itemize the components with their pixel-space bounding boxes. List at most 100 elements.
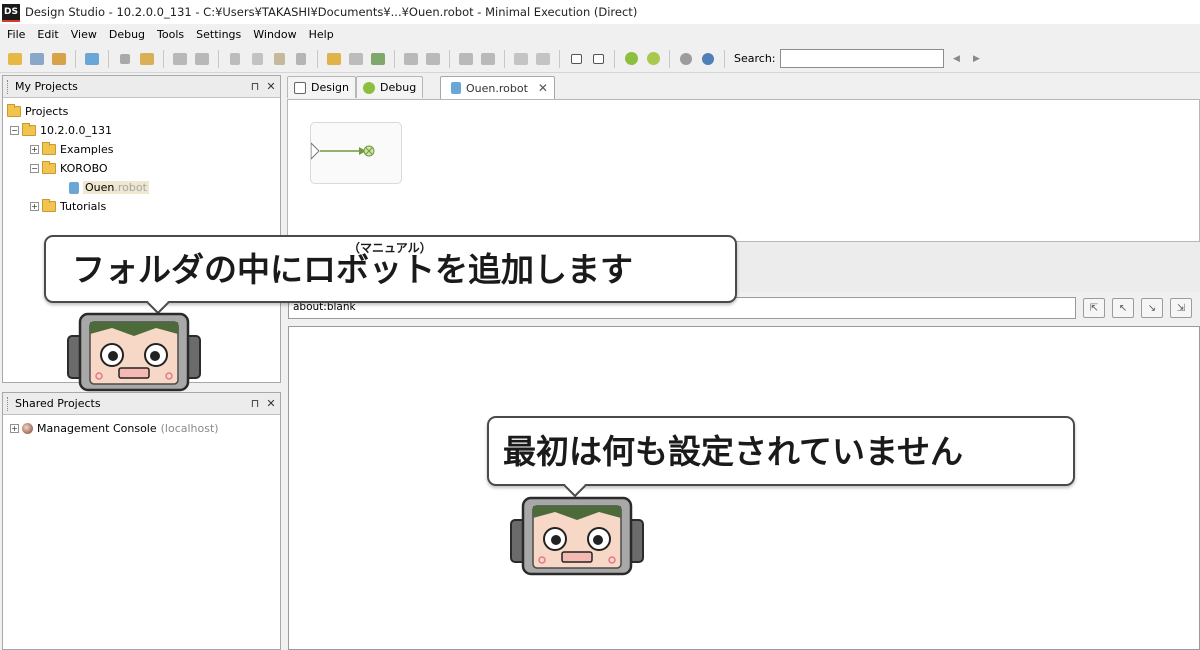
- shared-projects-header: Shared Projects ⊓ ✕: [3, 393, 280, 415]
- split-window-icon[interactable]: [588, 49, 608, 69]
- open-icon[interactable]: [5, 49, 25, 69]
- robot-mascot: [510, 496, 644, 576]
- add-step-icon[interactable]: [324, 49, 344, 69]
- delete-icon[interactable]: [291, 49, 311, 69]
- toolbar-separator: [724, 49, 725, 68]
- flow-start-icon[interactable]: [310, 141, 320, 161]
- cut-icon[interactable]: [225, 49, 245, 69]
- debug-step-icon[interactable]: [643, 49, 663, 69]
- new-window-icon[interactable]: [566, 49, 586, 69]
- expand-icon[interactable]: +: [30, 145, 39, 154]
- tab-design-label: Design: [311, 81, 349, 94]
- toolbar-separator: [559, 49, 560, 68]
- remove-step-icon[interactable]: [478, 49, 498, 69]
- browser-view[interactable]: [288, 326, 1200, 650]
- tree-root[interactable]: Projects: [7, 102, 149, 121]
- menu-window[interactable]: Window: [247, 24, 302, 45]
- branch-icon[interactable]: [346, 49, 366, 69]
- menu-edit[interactable]: Edit: [31, 24, 64, 45]
- search-input[interactable]: [779, 49, 944, 68]
- tree-management-console[interactable]: + Management Console (localhost): [7, 419, 219, 438]
- panel-grip[interactable]: [7, 396, 11, 411]
- tree-robot-label: Ouen.robot: [83, 181, 149, 194]
- close-icon[interactable]: ✕: [264, 80, 278, 93]
- menu-bar: File Edit View Debug Tools Settings Wind…: [0, 24, 1200, 45]
- toolbar-separator: [669, 49, 670, 68]
- tab-debug-label: Debug: [380, 81, 417, 94]
- pin-icon[interactable]: ⊓: [248, 80, 262, 93]
- menu-file[interactable]: File: [1, 24, 31, 45]
- search-prev-icon[interactable]: ◀: [950, 54, 964, 64]
- expand-icon[interactable]: +: [10, 424, 19, 433]
- redo-icon[interactable]: [192, 49, 212, 69]
- robot-design-canvas[interactable]: [287, 99, 1200, 242]
- paste-icon[interactable]: [269, 49, 289, 69]
- copy-icon[interactable]: [247, 49, 267, 69]
- toolbar-separator: [394, 49, 395, 68]
- toolbar-separator: [449, 49, 450, 68]
- collapse-icon[interactable]: −: [10, 126, 19, 135]
- robot-flow[interactable]: [310, 122, 402, 184]
- move-up-icon[interactable]: [511, 49, 531, 69]
- my-projects-title: My Projects: [15, 80, 78, 93]
- browser-icon[interactable]: [676, 49, 696, 69]
- tree-robot-ouen[interactable]: Ouen.robot: [7, 178, 149, 197]
- pin-icon[interactable]: ⊓: [248, 397, 262, 410]
- tree-folder-tutorials[interactable]: + Tutorials: [7, 197, 149, 216]
- menu-settings[interactable]: Settings: [190, 24, 247, 45]
- tree-folder-examples[interactable]: + Examples: [7, 140, 149, 159]
- menu-view[interactable]: View: [65, 24, 103, 45]
- insert-icon[interactable]: [456, 49, 476, 69]
- shared-projects-panel: Shared Projects ⊓ ✕ + Management Console…: [2, 392, 281, 650]
- management-console-icon: [22, 423, 33, 434]
- callout-top-text: フォルダの中にロボットを追加します: [72, 251, 633, 289]
- my-projects-header: My Projects ⊓ ✕: [3, 76, 280, 98]
- search-next-icon[interactable]: ▶: [970, 54, 984, 64]
- close-icon[interactable]: ✕: [264, 397, 278, 410]
- toolbar: Search: ◀ ▶: [0, 45, 1200, 73]
- stop-icon[interactable]: [115, 49, 135, 69]
- debug-icon: [363, 81, 375, 94]
- flow-icon[interactable]: [368, 49, 388, 69]
- nav-next-icon[interactable]: ↘: [1141, 298, 1163, 318]
- tree-folder-label: KOROBO: [60, 162, 108, 175]
- group-icon[interactable]: [401, 49, 421, 69]
- folder-icon: [42, 199, 56, 212]
- close-tab-icon[interactable]: ✕: [538, 81, 548, 95]
- menu-help[interactable]: Help: [303, 24, 340, 45]
- save-all-icon[interactable]: [27, 49, 47, 69]
- toolbar-separator: [504, 49, 505, 68]
- project-tree: Projects − 10.2.0.0_131 + Examples − KOR…: [7, 102, 149, 216]
- refresh-project-icon[interactable]: [49, 49, 69, 69]
- nav-last-icon[interactable]: ⇲: [1170, 298, 1192, 318]
- move-down-icon[interactable]: [533, 49, 553, 69]
- menu-tools[interactable]: Tools: [151, 24, 190, 45]
- toolbar-separator: [75, 49, 76, 68]
- new-robot-icon[interactable]: [82, 49, 102, 69]
- toolbar-separator: [108, 49, 109, 68]
- menu-debug[interactable]: Debug: [103, 24, 151, 45]
- callout-bottom-text: 最初は何も設定されていません: [503, 432, 964, 471]
- undo-icon[interactable]: [170, 49, 190, 69]
- callout-top-after: を追加します: [435, 250, 633, 289]
- tab-debug[interactable]: Debug: [356, 76, 424, 98]
- expand-icon[interactable]: +: [30, 202, 39, 211]
- toolbar-separator: [163, 49, 164, 68]
- tree-folder-korobo[interactable]: − KOROBO: [7, 159, 149, 178]
- tree-project[interactable]: − 10.2.0.0_131: [7, 121, 149, 140]
- nav-prev-icon[interactable]: ↖: [1112, 298, 1134, 318]
- callout-top-before: フォルダの中に: [72, 250, 303, 289]
- panel-grip[interactable]: [7, 79, 11, 94]
- tab-design[interactable]: Design: [287, 76, 356, 98]
- collapse-icon[interactable]: −: [30, 164, 39, 173]
- toolbar-separator: [218, 49, 219, 68]
- ungroup-icon[interactable]: [423, 49, 443, 69]
- reload-icon[interactable]: [137, 49, 157, 69]
- console-host: (localhost): [160, 422, 219, 435]
- upload-icon[interactable]: [698, 49, 718, 69]
- shared-tree: + Management Console (localhost): [7, 419, 219, 438]
- debug-run-icon[interactable]: [621, 49, 641, 69]
- tab-ouen-robot[interactable]: Ouen.robot ✕: [440, 76, 555, 99]
- nav-first-icon[interactable]: ⇱: [1083, 298, 1105, 318]
- toolbar-separator: [317, 49, 318, 68]
